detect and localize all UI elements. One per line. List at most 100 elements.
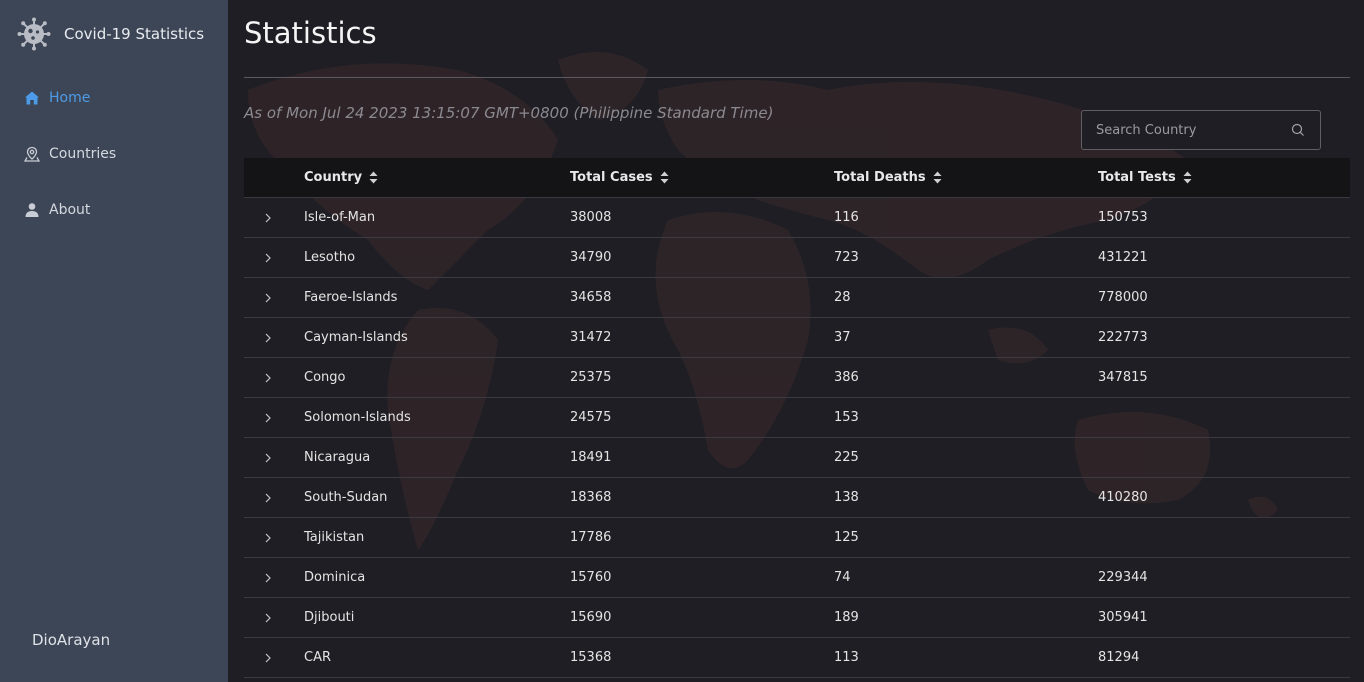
cell-total-deaths: 37 (834, 330, 851, 345)
column-header-total-tests[interactable]: Total Tests (1098, 170, 1350, 185)
cell-total-cases: 18368 (570, 490, 612, 505)
title-divider (244, 77, 1350, 78)
chevron-right-icon[interactable] (262, 372, 274, 384)
author-name: DioArayan (32, 631, 111, 649)
cell-total-deaths: 189 (834, 610, 859, 625)
row-expander-cell (244, 452, 304, 464)
cell-total-deaths: 386 (834, 370, 859, 385)
sort-icon (369, 171, 378, 184)
chevron-right-icon[interactable] (262, 212, 274, 224)
cell-total-cases: 17786 (570, 530, 612, 545)
chevron-right-icon[interactable] (262, 572, 274, 584)
table-row[interactable]: Dominica 15760 74 229344 (244, 558, 1350, 598)
virus-icon (17, 17, 51, 51)
chevron-right-icon[interactable] (262, 652, 274, 664)
sidebar-item-label: Countries (49, 146, 117, 162)
cell-country: Djibouti (304, 610, 355, 625)
cell-total-cases: 15760 (570, 570, 612, 585)
column-header-total-deaths[interactable]: Total Deaths (834, 170, 1098, 185)
sidebar-item-home[interactable]: Home (0, 70, 228, 126)
row-expander-cell (244, 292, 304, 304)
search-input[interactable] (1082, 111, 1291, 149)
cell-country: CAR (304, 650, 332, 665)
cell-total-cases: 18491 (570, 450, 612, 465)
chevron-right-icon[interactable] (262, 412, 274, 424)
row-expander-cell (244, 612, 304, 624)
cell-total-deaths: 74 (834, 570, 851, 585)
table-row[interactable]: Cayman-Islands 31472 37 222773 (244, 318, 1350, 358)
cell-total-cases: 15690 (570, 610, 612, 625)
row-expander-cell (244, 332, 304, 344)
cell-total-deaths: 116 (834, 210, 859, 225)
sidebar-item-about[interactable]: About (0, 182, 228, 238)
cell-total-deaths: 225 (834, 450, 859, 465)
cell-total-deaths: 28 (834, 290, 851, 305)
row-expander-cell (244, 532, 304, 544)
chevron-right-icon[interactable] (262, 252, 274, 264)
chevron-right-icon[interactable] (262, 492, 274, 504)
table-row[interactable]: Djibouti 15690 189 305941 (244, 598, 1350, 638)
row-expander-cell (244, 372, 304, 384)
column-header-country[interactable]: Country (304, 170, 570, 185)
sort-icon (660, 171, 669, 184)
cell-total-deaths: 113 (834, 650, 859, 665)
home-icon (24, 90, 40, 106)
row-expander-cell (244, 212, 304, 224)
chevron-right-icon[interactable] (262, 452, 274, 464)
cell-total-tests: 222773 (1098, 330, 1148, 345)
table-row[interactable]: South-Sudan 18368 138 410280 (244, 478, 1350, 518)
cell-total-tests: 431221 (1098, 250, 1148, 265)
sidebar-item-label: Home (49, 90, 91, 106)
sidebar-item-label: About (49, 202, 91, 218)
as-of-timestamp: As of Mon Jul 24 2023 13:15:07 GMT+0800 … (244, 104, 774, 122)
location-pin-icon (24, 146, 40, 162)
cell-country: Isle-of-Man (304, 210, 376, 225)
sidebar: Covid-19 Statistics Home Countries About… (0, 0, 228, 682)
brand[interactable]: Covid-19 Statistics (17, 17, 204, 51)
cell-total-tests: 229344 (1098, 570, 1148, 585)
cell-total-deaths: 125 (834, 530, 859, 545)
table-row[interactable]: CAR 15368 113 81294 (244, 638, 1350, 678)
sidebar-nav: Home Countries About (0, 70, 228, 238)
cell-country: Cayman-Islands (304, 330, 408, 345)
cell-country: Lesotho (304, 250, 356, 265)
cell-total-tests: 347815 (1098, 370, 1148, 385)
chevron-right-icon[interactable] (262, 532, 274, 544)
cell-country: Congo (304, 370, 346, 385)
chevron-right-icon[interactable] (262, 332, 274, 344)
cell-total-tests: 410280 (1098, 490, 1148, 505)
table-row[interactable]: Nicaragua 18491 225 (244, 438, 1350, 478)
table-row[interactable]: Faeroe-Islands 34658 28 778000 (244, 278, 1350, 318)
row-expander-cell (244, 412, 304, 424)
cell-country: Solomon-Islands (304, 410, 411, 425)
table-row[interactable]: Lesotho 34790 723 431221 (244, 238, 1350, 278)
cell-total-cases: 38008 (570, 210, 612, 225)
search-icon[interactable] (1291, 123, 1305, 137)
chevron-right-icon[interactable] (262, 612, 274, 624)
table-row[interactable]: Tajikistan 17786 125 (244, 518, 1350, 558)
row-expander-cell (244, 572, 304, 584)
column-header-total-cases[interactable]: Total Cases (570, 170, 834, 185)
cell-country: South-Sudan (304, 490, 388, 505)
cell-total-cases: 24575 (570, 410, 612, 425)
cell-total-deaths: 138 (834, 490, 859, 505)
cell-total-cases: 15368 (570, 650, 612, 665)
table-row[interactable]: Congo 25375 386 347815 (244, 358, 1350, 398)
cell-country: Nicaragua (304, 450, 371, 465)
cell-total-tests: 778000 (1098, 290, 1148, 305)
row-expander-cell (244, 252, 304, 264)
cell-total-deaths: 723 (834, 250, 859, 265)
table-row[interactable]: Isle-of-Man 38008 116 150753 (244, 198, 1350, 238)
cell-total-cases: 34658 (570, 290, 612, 305)
sidebar-item-countries[interactable]: Countries (0, 126, 228, 182)
column-header-label: Country (304, 170, 363, 185)
table-row[interactable]: Solomon-Islands 24575 153 (244, 398, 1350, 438)
cell-country: Tajikistan (304, 530, 365, 545)
chevron-right-icon[interactable] (262, 292, 274, 304)
page-title: Statistics (244, 16, 377, 50)
column-header-label: Total Tests (1098, 170, 1176, 185)
column-header-label: Total Deaths (834, 170, 926, 185)
sort-icon (933, 171, 942, 184)
user-icon (24, 202, 40, 218)
table-header: Country Total Cases Total Deaths Total T… (244, 158, 1350, 198)
